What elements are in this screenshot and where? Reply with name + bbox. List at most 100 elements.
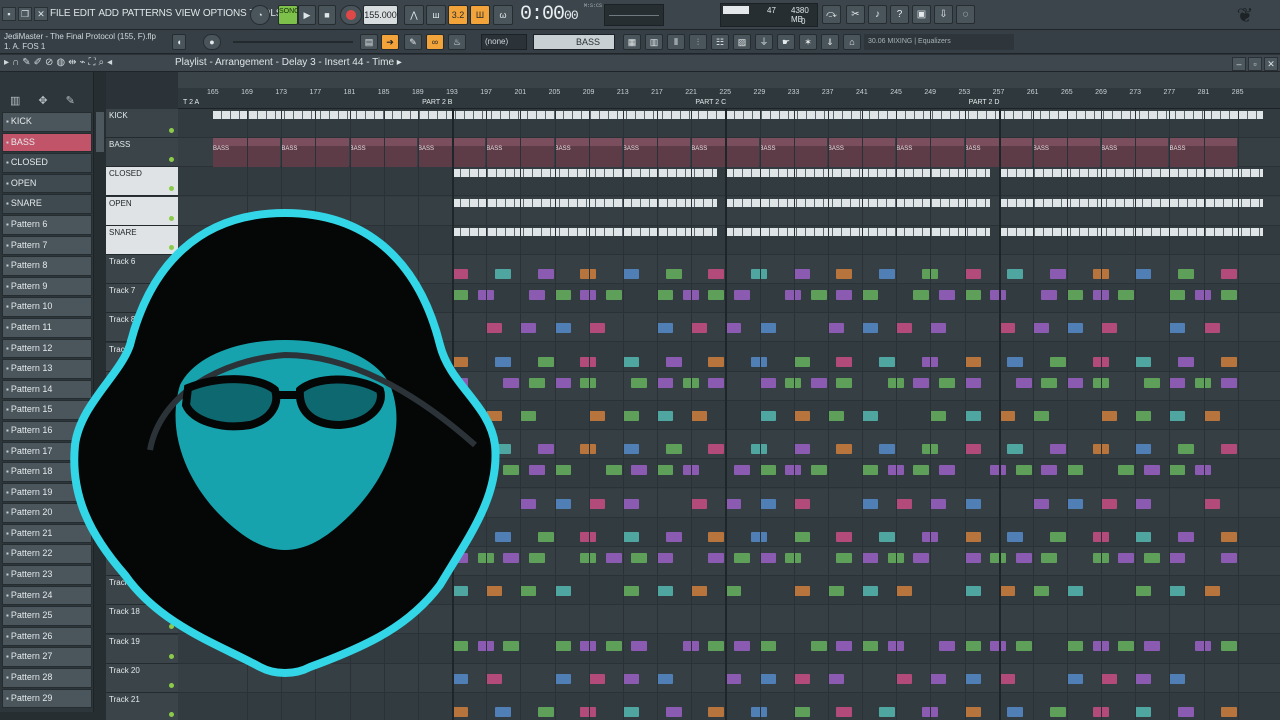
automation-clip[interactable] xyxy=(554,498,571,509)
automation-clip[interactable] xyxy=(1220,707,1237,717)
plug-icon[interactable]: ⏚ xyxy=(755,34,773,50)
automation-clip[interactable] xyxy=(1203,323,1220,334)
automation-clip[interactable] xyxy=(913,377,930,388)
main-pitch-slider[interactable] xyxy=(233,41,353,43)
automation-clip[interactable] xyxy=(964,377,981,388)
automation-clip[interactable] xyxy=(1067,465,1083,476)
automation-clip[interactable] xyxy=(1067,377,1083,388)
automation-clip[interactable] xyxy=(930,498,947,509)
automation-clip[interactable] xyxy=(554,465,571,476)
automation-clip[interactable] xyxy=(896,586,913,597)
magnet-icon[interactable]: ∩ xyxy=(12,57,19,68)
automation-clip[interactable] xyxy=(793,707,810,717)
automation-clip[interactable] xyxy=(827,323,844,334)
automation-clip[interactable] xyxy=(1135,673,1152,684)
project-download-icon[interactable]: ⇓ xyxy=(821,34,839,50)
automation-clip[interactable] xyxy=(1041,465,1058,476)
automation-clip[interactable] xyxy=(759,553,776,563)
automation-clip[interactable] xyxy=(1135,586,1152,597)
automation-clip[interactable] xyxy=(588,673,605,684)
automation-clip[interactable] xyxy=(528,290,545,301)
menu-options[interactable]: OPTIONS xyxy=(203,8,247,19)
automation-clip[interactable] xyxy=(1220,377,1237,388)
automation-clip[interactable] xyxy=(520,411,537,421)
wand-icon[interactable]: ✶ xyxy=(799,34,817,50)
automation-clip[interactable] xyxy=(1032,586,1049,597)
automation-clip[interactable] xyxy=(998,586,1015,597)
playlist-minimize-icon[interactable]: – xyxy=(1232,57,1246,71)
automation-clip[interactable] xyxy=(554,673,571,684)
automation-clip[interactable] xyxy=(622,673,639,684)
master-volume-knob[interactable]: ◔ xyxy=(250,5,270,25)
pattern-clip[interactable] xyxy=(213,111,1264,119)
automation-clip[interactable] xyxy=(554,586,571,597)
automation-clip[interactable] xyxy=(964,411,981,421)
automation-clip[interactable] xyxy=(1220,356,1237,367)
section-marker[interactable]: PART 2 B xyxy=(422,99,452,106)
automation-clip[interactable] xyxy=(733,553,750,563)
automation-clip[interactable] xyxy=(631,553,648,563)
automation-clip[interactable] xyxy=(725,673,742,684)
track-lane[interactable] xyxy=(178,109,1280,138)
move-icon[interactable]: ✥ xyxy=(38,94,47,110)
automation-clip[interactable] xyxy=(657,323,674,334)
automation-clip[interactable] xyxy=(554,290,571,301)
track-active-led[interactable] xyxy=(169,682,174,688)
automation-clip[interactable] xyxy=(759,465,776,476)
automation-clip[interactable] xyxy=(1220,531,1237,542)
automation-clip[interactable] xyxy=(1169,323,1186,334)
automation-clip[interactable] xyxy=(913,553,930,563)
select-icon[interactable]: ⛶ xyxy=(89,57,96,68)
automation-clip[interactable] xyxy=(862,323,879,334)
automation-clip[interactable] xyxy=(1169,586,1186,597)
automation-clip[interactable] xyxy=(1067,673,1083,684)
automation-clip[interactable] xyxy=(503,640,520,651)
automation-clip[interactable] xyxy=(1101,323,1118,334)
pattern-clip[interactable] xyxy=(725,198,991,207)
automation-clip[interactable] xyxy=(862,290,879,301)
automation-clip[interactable] xyxy=(896,323,913,334)
automation-clip[interactable] xyxy=(1118,290,1135,301)
automation-clip[interactable] xyxy=(759,323,776,334)
automation-clip[interactable] xyxy=(657,377,674,388)
automation-clip[interactable] xyxy=(537,356,554,367)
automation-clip[interactable] xyxy=(1178,531,1195,542)
automation-clip[interactable] xyxy=(862,586,879,597)
automation-clip[interactable] xyxy=(1015,553,1032,563)
arrow-tool-icon[interactable]: ➔ xyxy=(381,34,399,50)
automation-clip[interactable] xyxy=(836,377,853,388)
automation-clip[interactable] xyxy=(708,553,725,563)
automation-clip[interactable] xyxy=(964,269,981,279)
automation-clip[interactable] xyxy=(528,465,545,476)
automation-clip[interactable] xyxy=(1169,553,1186,563)
automation-clip[interactable] xyxy=(1067,290,1083,301)
pattern-item[interactable]: BASS xyxy=(2,132,92,153)
automation-clip[interactable] xyxy=(793,411,810,421)
automation-clip[interactable] xyxy=(657,553,674,563)
automation-clip[interactable] xyxy=(827,586,844,597)
automation-clip[interactable] xyxy=(879,444,896,455)
automation-clip[interactable] xyxy=(657,586,674,597)
automation-clip[interactable] xyxy=(964,707,981,717)
pattern-clip[interactable] xyxy=(725,227,991,236)
automation-clip[interactable] xyxy=(1032,498,1049,509)
automation-clip[interactable] xyxy=(1178,707,1195,717)
save-icon[interactable]: ▣ xyxy=(912,5,931,24)
automation-clip[interactable] xyxy=(1169,411,1186,421)
track-active-led[interactable] xyxy=(169,157,174,163)
automation-clip[interactable] xyxy=(452,707,469,717)
automation-clip[interactable] xyxy=(537,444,554,455)
automation-clip[interactable] xyxy=(691,323,708,334)
automation-clip[interactable] xyxy=(1015,465,1032,476)
automation-clip[interactable] xyxy=(964,553,981,563)
pencil-icon[interactable]: ✎ xyxy=(22,57,30,68)
menu-patterns[interactable]: PATTERNS xyxy=(122,8,172,19)
automation-clip[interactable] xyxy=(930,411,947,421)
automation-clip[interactable] xyxy=(1135,498,1152,509)
automation-clip[interactable] xyxy=(1101,673,1118,684)
automation-clip[interactable] xyxy=(665,444,682,455)
automation-clip[interactable] xyxy=(622,444,639,455)
slip-icon[interactable]: ⇹ xyxy=(68,57,76,68)
plugin-picker-icon[interactable]: ▨ xyxy=(733,34,751,50)
pattern-item[interactable]: CLOSED xyxy=(2,153,92,173)
